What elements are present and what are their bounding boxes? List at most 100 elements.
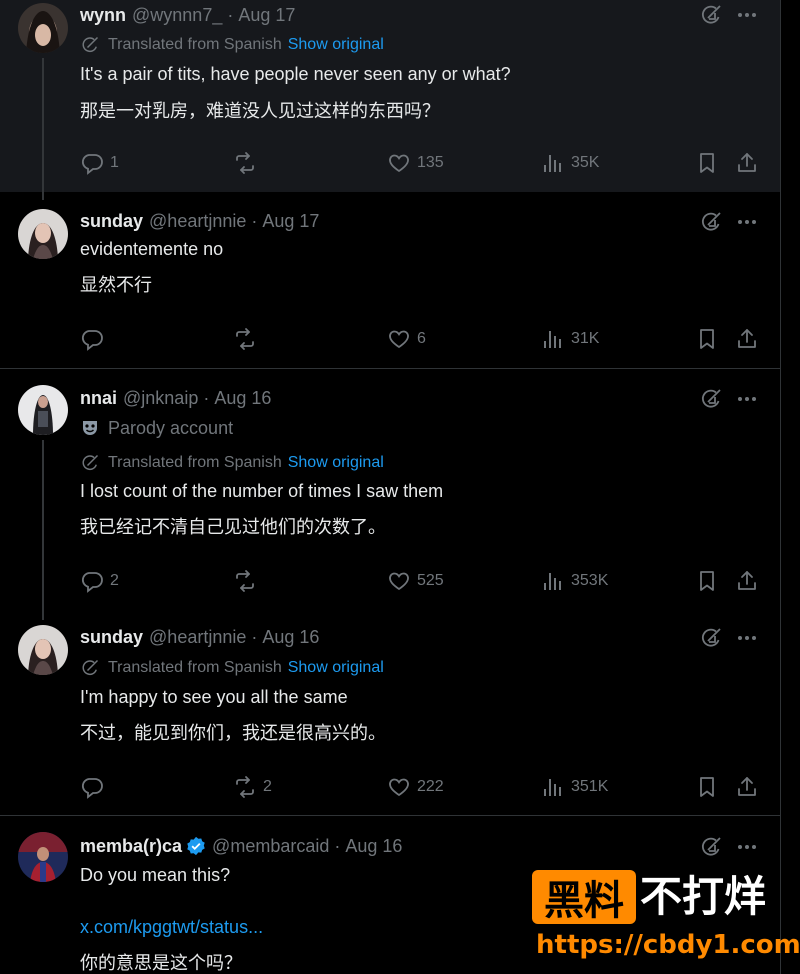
like-count: 222: [417, 778, 444, 795]
like-button[interactable]: 6: [387, 326, 426, 352]
thread-line: [42, 58, 44, 200]
bookmark-icon[interactable]: [695, 327, 719, 351]
user-handle[interactable]: @heartjnnie: [149, 211, 246, 232]
retweet-button[interactable]: 2: [233, 774, 272, 800]
timestamp[interactable]: Aug 17: [262, 211, 319, 232]
bookmark-icon[interactable]: [695, 569, 719, 593]
tweet-link[interactable]: x.com/kpggtwt/status...: [80, 916, 263, 938]
tweet-text: I lost count of the number of times I sa…: [80, 481, 444, 501]
translation-notice: Translated from Spanish Show original: [80, 35, 384, 55]
retweet-icon: [233, 569, 257, 593]
timestamp[interactable]: Aug 17: [238, 5, 295, 26]
grok-icon[interactable]: [699, 210, 723, 234]
display-name[interactable]: sunday: [80, 627, 143, 648]
tweet[interactable]: nnai @jnknaip · Aug 16 Parody account Tr…: [0, 369, 780, 615]
avatar[interactable]: [18, 385, 68, 435]
avatar[interactable]: [18, 832, 68, 882]
grok-icon[interactable]: [699, 626, 723, 650]
reply-button[interactable]: [80, 774, 104, 800]
show-original-link[interactable]: Show original: [288, 454, 384, 472]
timestamp[interactable]: Aug 16: [262, 627, 319, 648]
retweet-button[interactable]: [233, 326, 257, 352]
parody-label: Parody account: [80, 417, 233, 439]
translate-icon: [80, 658, 100, 678]
tweet-text: Do you mean this?: [80, 865, 231, 885]
avatar[interactable]: [18, 209, 68, 259]
translated-label: Translated from Spanish: [108, 36, 282, 53]
show-original-link[interactable]: Show original: [288, 36, 384, 54]
more-options-button[interactable]: [734, 626, 760, 650]
display-name[interactable]: wynn: [80, 5, 126, 26]
show-original-link[interactable]: Show original: [288, 659, 384, 677]
retweet-icon: [233, 151, 257, 175]
grok-icon[interactable]: [699, 3, 723, 27]
timestamp[interactable]: Aug 16: [214, 388, 271, 409]
reply-button[interactable]: 2: [80, 568, 119, 594]
reply-icon: [80, 775, 104, 799]
avatar[interactable]: [18, 625, 68, 675]
like-button[interactable]: 222: [387, 774, 444, 800]
user-handle[interactable]: @jnknaip: [123, 388, 198, 409]
verified-badge-icon[interactable]: [186, 836, 206, 856]
share-icon[interactable]: [735, 569, 759, 593]
like-count: 6: [417, 330, 426, 347]
tweet-text-chinese: 显然不行: [80, 275, 152, 296]
more-options-button[interactable]: [734, 387, 760, 411]
reply-count: 1: [110, 154, 119, 171]
grok-icon[interactable]: [699, 387, 723, 411]
separator: ·: [203, 387, 210, 408]
display-name[interactable]: sunday: [80, 211, 143, 232]
tweet-text: It's a pair of tits, have people never s…: [80, 64, 511, 84]
views-icon: [541, 569, 565, 593]
views-button[interactable]: 353K: [541, 568, 608, 594]
bookmark-icon[interactable]: [695, 775, 719, 799]
like-button[interactable]: 135: [387, 150, 444, 176]
reply-count: 2: [110, 572, 119, 589]
separator: ·: [227, 4, 234, 25]
heart-icon: [387, 327, 411, 351]
share-icon[interactable]: [735, 151, 759, 175]
reply-button[interactable]: [80, 326, 104, 352]
tweet[interactable]: wynn @wynnn7_ · Aug 17 Translated from S…: [0, 0, 780, 192]
more-options-button[interactable]: [734, 3, 760, 27]
translate-icon: [80, 453, 100, 473]
tweet[interactable]: sunday @heartjnnie · Aug 17 evidentement…: [0, 192, 780, 368]
avatar[interactable]: [18, 3, 68, 53]
views-button[interactable]: 31K: [541, 326, 599, 352]
translated-label: Translated from Spanish: [108, 659, 282, 676]
tweet-text: evidentemente no: [80, 239, 224, 259]
heart-icon: [387, 569, 411, 593]
like-count: 525: [417, 572, 444, 589]
parody-text: Parody account: [108, 417, 234, 438]
user-handle[interactable]: @wynnn7_: [132, 5, 222, 26]
more-options-button[interactable]: [734, 210, 760, 234]
retweet-button[interactable]: [233, 150, 257, 176]
timestamp[interactable]: Aug 16: [345, 836, 402, 857]
watermark-logo-box: 黑料: [532, 870, 636, 924]
parody-mask-icon: [83, 421, 97, 435]
views-button[interactable]: 35K: [541, 150, 599, 176]
display-name[interactable]: memba(r)ca: [80, 836, 182, 857]
tweet[interactable]: sunday @heartjnnie · Aug 16 Translated f…: [0, 615, 780, 815]
views-icon: [541, 775, 565, 799]
like-button[interactable]: 525: [387, 568, 444, 594]
grok-icon[interactable]: [699, 835, 723, 859]
translate-icon: [80, 35, 100, 55]
bookmark-icon[interactable]: [695, 151, 719, 175]
tweet-text-chinese: 我已经记不清自己见过他们的次数了。: [80, 517, 386, 538]
views-button[interactable]: 351K: [541, 774, 608, 800]
heart-icon: [387, 775, 411, 799]
share-icon[interactable]: [735, 327, 759, 351]
reply-button[interactable]: 1: [80, 150, 119, 176]
user-handle[interactable]: @heartjnnie: [149, 627, 246, 648]
separator: ·: [251, 210, 258, 231]
user-handle[interactable]: @membarcaid: [212, 836, 329, 857]
translation-notice: Translated from Spanish Show original: [80, 658, 384, 678]
heart-icon: [387, 151, 411, 175]
like-count: 135: [417, 154, 444, 171]
retweet-button[interactable]: [233, 568, 257, 594]
tweet-header: memba(r)ca @membarcaid · Aug 16: [80, 835, 402, 857]
more-options-button[interactable]: [734, 835, 760, 859]
share-icon[interactable]: [735, 775, 759, 799]
display-name[interactable]: nnai: [80, 388, 117, 409]
